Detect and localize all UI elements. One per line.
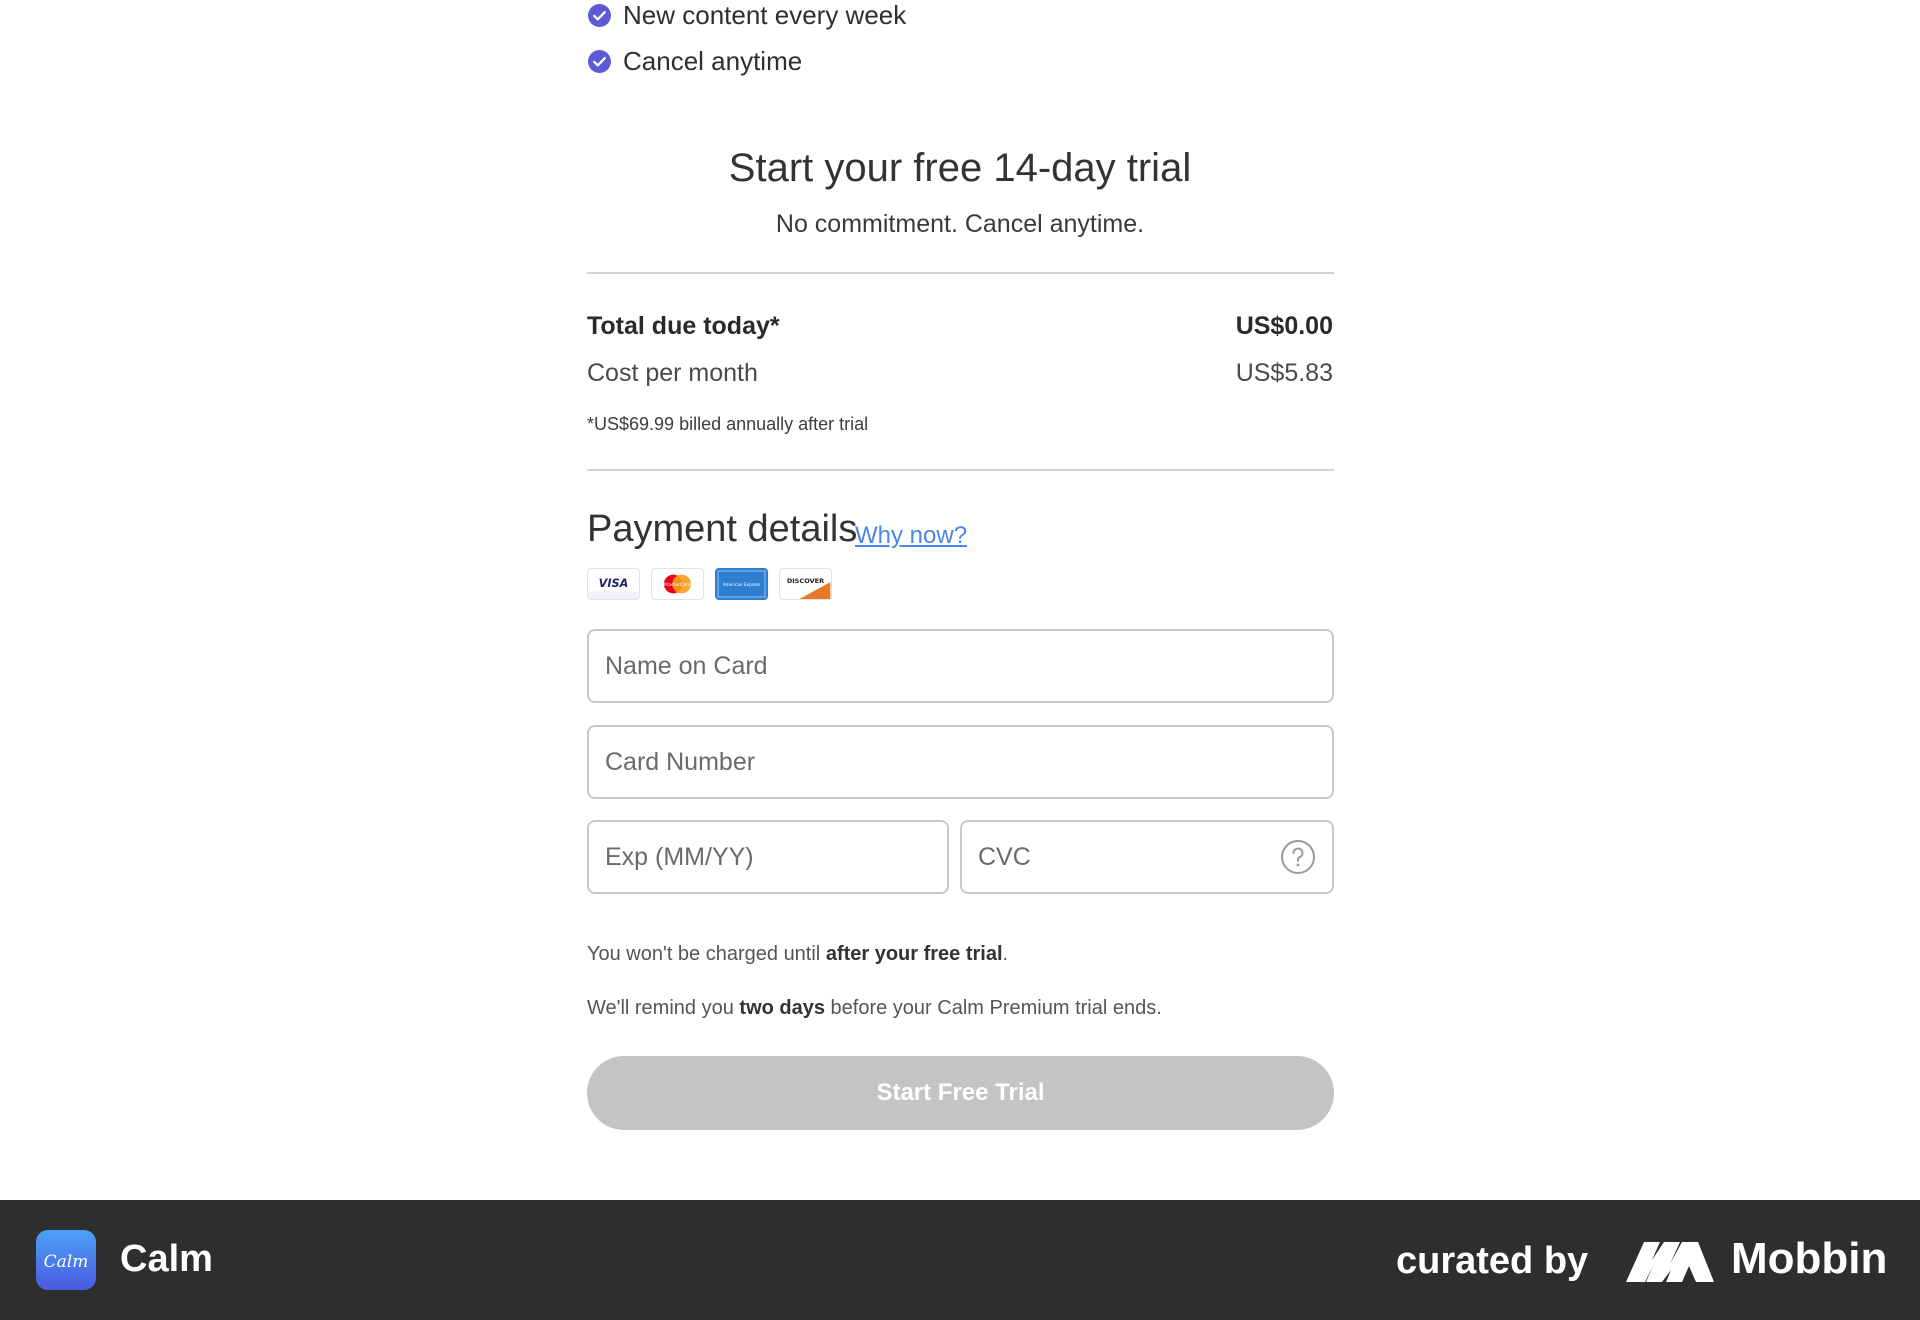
cvc-input[interactable] (960, 820, 1334, 894)
trial-subtitle: No commitment. Cancel anytime. (775, 210, 1145, 238)
billing-footnote: *US$69.99 billed annually after trial (587, 414, 869, 434)
svg-text:American Express: American Express (723, 582, 761, 587)
footer-bar: Calm Calm curated by Mobbin (0, 1200, 1920, 1320)
expiry-input[interactable] (587, 820, 949, 894)
feature-label: Cancel anytime (623, 46, 803, 76)
calm-app-icon: Calm (36, 1230, 96, 1290)
visa-logo: VISA (587, 568, 640, 600)
divider (587, 469, 1334, 471)
name-on-card-input[interactable] (587, 629, 1334, 703)
start-free-trial-button[interactable]: Start Free Trial (587, 1056, 1334, 1130)
feature-label: New content every week (623, 0, 907, 30)
cost-per-month-value: US$5.83 (1235, 359, 1333, 387)
mobbin-wordmark: Mobbin (1731, 1234, 1888, 1283)
curated-by-label: curated by (1396, 1240, 1589, 1282)
total-due-label: Total due today* (587, 312, 780, 340)
feature-item: Cancel anytime (588, 46, 802, 77)
divider (587, 272, 1334, 274)
check-circle-icon (588, 50, 611, 73)
why-now-link[interactable]: Why now? (855, 522, 967, 550)
check-circle-icon (588, 4, 611, 27)
mobbin-logo-icon (1626, 1242, 1714, 1282)
svg-text:VISA: VISA (599, 577, 629, 590)
discover-logo: DISCOVER (779, 568, 832, 600)
svg-text:DISCOVER: DISCOVER (787, 577, 824, 585)
card-number-input[interactable] (587, 725, 1334, 799)
cost-per-month-label: Cost per month (587, 359, 758, 387)
app-name: Calm (120, 1238, 213, 1280)
total-due-value: US$0.00 (1235, 312, 1333, 340)
question-circle-icon[interactable] (1280, 839, 1316, 875)
svg-text:Calm: Calm (44, 1252, 89, 1272)
reminder-note: We'll remind you two days before your Ca… (587, 997, 1162, 1019)
amex-logo: American Express (715, 568, 768, 600)
mastercard-logo: MasterCard (651, 568, 704, 600)
trial-title: Start your free 14-day trial (728, 146, 1192, 190)
svg-text:MasterCard: MasterCard (664, 582, 691, 588)
charge-note: You won't be charged until after your fr… (587, 943, 1009, 965)
payment-details-title: Payment details (587, 508, 858, 550)
feature-item: New content every week (588, 0, 906, 31)
